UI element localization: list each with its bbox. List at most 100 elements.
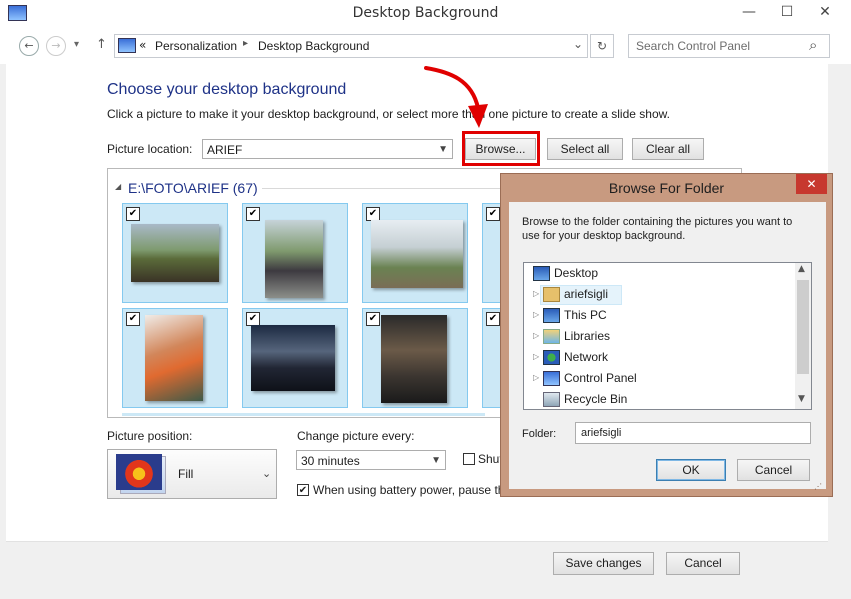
dialog-close-button[interactable]: ✕	[796, 174, 827, 194]
expand-arrow-icon[interactable]: ▷	[533, 284, 539, 304]
control-panel-icon	[543, 371, 560, 386]
breadcrumb-arrow-icon[interactable]: ▸	[243, 38, 248, 49]
photo-thumbnail	[145, 315, 203, 401]
chevron-down-icon: ▼	[438, 144, 448, 155]
tree-item-desktop[interactable]: Desktop	[533, 263, 783, 283]
dialog-cancel-button[interactable]: Cancel	[737, 459, 810, 481]
picture-location-select[interactable]: ARIEF ▼	[202, 139, 453, 159]
picture-position-value: Fill	[178, 467, 194, 481]
red-arrow-annotation	[424, 66, 488, 128]
scroll-up-icon[interactable]: ▲	[798, 264, 805, 274]
clear-all-button[interactable]: Clear all	[632, 138, 704, 160]
recent-locations-chevron-icon[interactable]: ▾	[74, 39, 79, 50]
save-changes-button[interactable]: Save changes	[553, 552, 654, 575]
page-instructions: Click a picture to make it your desktop …	[107, 107, 670, 121]
photo-thumbnail	[251, 325, 335, 391]
tree-item-libraries[interactable]: ▷ Libraries	[533, 326, 783, 346]
tree-item-recycle-bin[interactable]: Recycle Bin	[533, 389, 783, 409]
browse-button[interactable]: Browse...	[465, 138, 536, 160]
search-box[interactable]: Search Control Panel ⌕	[628, 34, 830, 58]
breadcrumb-personalization[interactable]: Personalization	[155, 39, 237, 53]
page-title: Choose your desktop background	[107, 81, 347, 98]
folder-label: Folder:	[522, 428, 557, 440]
picture-tile[interactable]: ✔	[242, 203, 348, 303]
expand-arrow-icon[interactable]: ▷	[533, 368, 539, 388]
resize-grip-icon[interactable]: ⋰	[814, 482, 822, 491]
forward-button[interactable]: →	[46, 36, 66, 56]
user-folder-icon	[543, 287, 560, 302]
control-panel-icon	[118, 38, 136, 53]
computer-icon	[543, 308, 560, 323]
picture-tile[interactable]: ✔	[122, 308, 228, 408]
shuffle-label-clip: Shuffle	[478, 452, 500, 466]
tree-item-this-pc[interactable]: ▷ This PC	[533, 305, 783, 325]
tile-checkbox[interactable]: ✔	[366, 207, 380, 221]
photo-thumbnail	[265, 220, 323, 298]
picture-tile[interactable]: ✔	[242, 308, 348, 408]
picture-location-value: ARIEF	[207, 143, 243, 157]
tree-item-label: Desktop	[554, 266, 599, 280]
breadcrumb-overflow-icon[interactable]: «	[139, 38, 146, 52]
tile-checkbox[interactable]: ✔	[366, 312, 380, 326]
tree-item-label: Libraries	[564, 329, 611, 343]
network-icon	[543, 350, 560, 365]
tree-item-label: This PC	[564, 308, 607, 322]
change-every-select[interactable]: 30 minutes ▼	[296, 450, 446, 470]
battery-label-clip: When using battery power, pause the slid…	[313, 483, 500, 497]
tile-checkbox[interactable]: ✔	[246, 312, 260, 326]
next-row-edge	[122, 413, 485, 416]
folder-input[interactable]: ariefsigli	[575, 422, 811, 444]
picture-tile[interactable]: ✔	[362, 308, 468, 408]
expand-arrow-icon[interactable]: ▷	[533, 305, 539, 325]
group-collapse-icon[interactable]: ◢	[115, 182, 121, 191]
picture-position-label: Picture position:	[107, 429, 193, 443]
picture-tile[interactable]: ✔	[122, 203, 228, 303]
tree-item-label: Network	[564, 350, 609, 364]
back-button[interactable]: ←	[19, 36, 39, 56]
refresh-button[interactable]: ↻	[590, 34, 614, 58]
tile-checkbox[interactable]: ✔	[126, 207, 140, 221]
cancel-button[interactable]: Cancel	[666, 552, 740, 575]
minimize-button[interactable]: —	[734, 0, 764, 24]
search-input[interactable]: Search Control Panel	[636, 39, 750, 53]
folder-group-title[interactable]: E:\FOTO\ARIEF (67)	[128, 180, 258, 196]
picture-position-select[interactable]: Fill ⌄	[107, 449, 277, 499]
maximize-button[interactable]: ☐	[772, 0, 802, 24]
battery-checkbox[interactable]: ✔	[297, 484, 309, 496]
picture-tile[interactable]: ✔	[362, 203, 468, 303]
breadcrumb-desktop-background[interactable]: Desktop Background	[258, 39, 369, 53]
recycle-bin-icon	[543, 392, 560, 407]
tile-checkbox[interactable]: ✔	[486, 207, 500, 221]
tree-item-ariefsigli[interactable]: ▷ ariefsigli	[533, 284, 783, 305]
scroll-down-icon[interactable]: ▼	[798, 394, 805, 404]
photo-thumbnail	[381, 315, 447, 403]
expand-arrow-icon[interactable]: ▷	[533, 347, 539, 367]
select-all-button[interactable]: Select all	[547, 138, 623, 160]
expand-arrow-icon[interactable]: ▷	[533, 326, 539, 346]
tile-checkbox[interactable]: ✔	[126, 312, 140, 326]
up-button[interactable]: ↑	[96, 37, 107, 52]
scroll-thumb[interactable]	[797, 280, 809, 374]
tile-checkbox[interactable]: ✔	[246, 207, 260, 221]
desktop-icon	[533, 266, 550, 281]
change-every-label: Change picture every:	[297, 429, 415, 443]
tree-scrollbar[interactable]: ▲ ▼	[795, 263, 811, 409]
address-bar[interactable]: « Personalization ▸ Desktop Background ⌄	[114, 34, 588, 58]
tree-item-label: Control Panel	[564, 371, 637, 385]
photo-thumbnail	[371, 220, 463, 288]
folder-tree[interactable]: Desktop ▷ ariefsigli ▷ This PC ▷ Librari…	[523, 262, 812, 410]
tree-item-network[interactable]: ▷ Network	[533, 347, 783, 367]
tree-item-label: Recycle Bin	[564, 392, 628, 406]
tile-checkbox[interactable]: ✔	[486, 312, 500, 326]
photo-thumbnail	[131, 224, 219, 282]
close-button[interactable]: ✕	[810, 0, 840, 24]
chevron-down-icon: ⌄	[262, 467, 272, 480]
shuffle-checkbox[interactable]	[463, 453, 475, 465]
flower-thumbnail-icon	[116, 454, 162, 490]
tree-item-control-panel[interactable]: ▷ Control Panel	[533, 368, 783, 388]
ok-button[interactable]: OK	[656, 459, 726, 481]
search-icon[interactable]: ⌕	[809, 36, 817, 54]
dialog-title: Browse For Folder	[608, 180, 725, 196]
address-dropdown-icon[interactable]: ⌄	[573, 37, 583, 51]
dialog-instructions: Browse to the folder containing the pict…	[522, 216, 793, 242]
